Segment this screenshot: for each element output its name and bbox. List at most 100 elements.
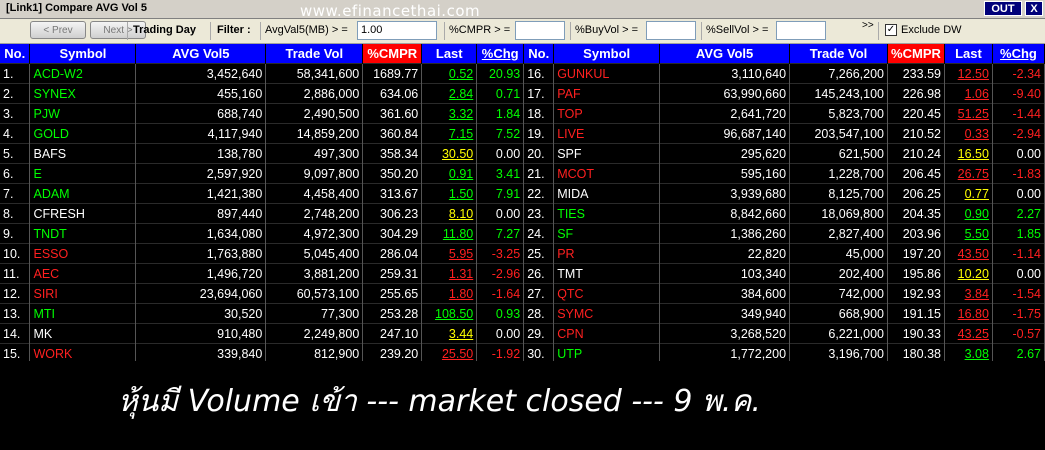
row-chg: 7.27 xyxy=(476,223,525,244)
row-avg-vol5: 1,386,260 xyxy=(659,223,791,244)
column-header-symbol[interactable]: Symbol xyxy=(553,44,661,64)
close-button[interactable]: X xyxy=(1025,1,1043,16)
column-header-chg[interactable]: %Chg xyxy=(992,44,1045,64)
row-symbol[interactable]: PR xyxy=(553,243,661,264)
column-header-no[interactable]: No. xyxy=(0,44,31,64)
row-symbol[interactable]: ESSO xyxy=(29,243,137,264)
row-symbol[interactable]: QTC xyxy=(553,283,661,304)
table-row[interactable]: 13. MTI 30,520 77,300 253.28 108.50 0.93 28. SYM… xyxy=(0,303,1045,324)
row-last: 12.50 xyxy=(944,63,993,84)
row-no: 21. xyxy=(523,163,555,184)
row-symbol[interactable]: SPF xyxy=(553,143,661,164)
table-row[interactable]: 8. CFRESH 897,440 2,748,200 306.23 8.10 0.00 23… xyxy=(0,203,1045,224)
table-row[interactable]: 3. PJW 688,740 2,490,500 361.60 3.32 1.84 18. TO… xyxy=(0,103,1045,124)
row-symbol[interactable]: MIDA xyxy=(553,183,661,204)
column-header-cmpr[interactable]: %CMPR xyxy=(362,44,423,64)
table-row[interactable]: 4. GOLD 4,117,940 14,859,200 360.84 7.15 7.52 1… xyxy=(0,123,1045,144)
table-row[interactable]: 1. ACD-W2 3,452,640 58,341,600 1689.77 0.52 20… xyxy=(0,63,1045,84)
row-chg: 0.00 xyxy=(476,143,525,164)
row-symbol[interactable]: MTI xyxy=(29,303,137,324)
row-symbol[interactable]: UTP xyxy=(553,343,661,361)
row-last: 8.10 xyxy=(421,203,478,224)
row-trade-vol: 58,341,600 xyxy=(265,63,364,84)
table-row[interactable]: 11. AEC 1,496,720 3,881,200 259.31 1.31 -2.96 2… xyxy=(0,263,1045,284)
row-symbol[interactable]: TOP xyxy=(553,103,661,124)
row-symbol[interactable]: SIRI xyxy=(29,283,137,304)
row-cmpr: 180.38 xyxy=(887,343,945,361)
row-symbol[interactable]: WORK xyxy=(29,343,137,361)
row-symbol[interactable]: MCOT xyxy=(553,163,661,184)
row-no: 13. xyxy=(0,303,31,324)
prev-button[interactable]: < Prev xyxy=(30,21,86,39)
row-symbol[interactable]: PJW xyxy=(29,103,137,124)
table-row[interactable]: 7. ADAM 1,421,380 4,458,400 313.67 1.50 7.91 22… xyxy=(0,183,1045,204)
row-avg-vol5: 1,763,880 xyxy=(135,243,267,264)
row-symbol[interactable]: TIES xyxy=(553,203,661,224)
row-symbol[interactable]: GOLD xyxy=(29,123,137,144)
row-symbol[interactable]: ACD-W2 xyxy=(29,63,137,84)
row-symbol[interactable]: SYMC xyxy=(553,303,661,324)
row-avg-vol5: 688,740 xyxy=(135,103,267,124)
row-no: 9. xyxy=(0,223,31,244)
row-symbol[interactable]: MK xyxy=(29,323,137,344)
table-row[interactable]: 2. SYNEX 455,160 2,886,000 634.06 2.84 0.71 17.… xyxy=(0,83,1045,104)
row-last: 0.52 xyxy=(421,63,478,84)
toolbar-overflow-icon[interactable]: >> xyxy=(862,20,874,31)
row-cmpr: 191.15 xyxy=(887,303,945,324)
toolbar-divider xyxy=(570,22,571,40)
table-row[interactable]: 12. SIRI 23,694,060 60,573,100 255.65 1.80 -1.… xyxy=(0,283,1045,304)
column-header-no[interactable]: No. xyxy=(523,44,555,64)
row-symbol[interactable]: E xyxy=(29,163,137,184)
trading-day-label[interactable]: Trading Day xyxy=(133,24,196,36)
row-symbol[interactable]: CFRESH xyxy=(29,203,137,224)
row-trade-vol: 9,097,800 xyxy=(265,163,364,184)
avgval-filter-input[interactable]: 1.00 xyxy=(357,21,437,40)
table-row[interactable]: 9. TNDT 1,634,080 4,972,300 304.29 11.80 7.27 2… xyxy=(0,223,1045,244)
column-header-last[interactable]: Last xyxy=(421,44,478,64)
row-trade-vol: 4,458,400 xyxy=(265,183,364,204)
buyvol-filter-input[interactable] xyxy=(646,21,696,40)
column-header-trade-vol[interactable]: Trade Vol xyxy=(789,44,888,64)
cmpr-filter-input[interactable] xyxy=(515,21,565,40)
exclude-dw-checkbox[interactable]: ✓ xyxy=(885,24,897,36)
column-header-last[interactable]: Last xyxy=(944,44,993,64)
table-row[interactable]: 6. E 2,597,920 9,097,800 350.20 0.91 3.41 21. MC… xyxy=(0,163,1045,184)
row-symbol[interactable]: TNDT xyxy=(29,223,137,244)
row-symbol[interactable]: PAF xyxy=(553,83,661,104)
row-cmpr: 190.33 xyxy=(887,323,945,344)
table-row[interactable]: 15. WORK 339,840 812,900 239.20 25.50 -1.92 30.… xyxy=(0,343,1045,361)
table-row[interactable]: 5. BAFS 138,780 497,300 358.34 30.50 0.00 20. SP… xyxy=(0,143,1045,164)
column-header-trade-vol[interactable]: Trade Vol xyxy=(265,44,364,64)
row-trade-vol: 4,972,300 xyxy=(265,223,364,244)
row-symbol[interactable]: LIVE xyxy=(553,123,661,144)
column-header-avg-vol5[interactable]: AVG Vol5 xyxy=(659,44,791,64)
row-no: 19. xyxy=(523,123,555,144)
row-no: 23. xyxy=(523,203,555,224)
row-symbol[interactable]: AEC xyxy=(29,263,137,284)
row-symbol[interactable]: TMT xyxy=(553,263,661,284)
row-symbol[interactable]: BAFS xyxy=(29,143,137,164)
row-chg: -1.54 xyxy=(992,283,1045,304)
row-symbol[interactable]: SF xyxy=(553,223,661,244)
toolbar-divider xyxy=(210,22,211,40)
column-header-cmpr[interactable]: %CMPR xyxy=(887,44,945,64)
table-row[interactable]: 10. ESSO 1,763,880 5,045,400 286.04 5.95 -3.25… xyxy=(0,243,1045,264)
row-symbol[interactable]: ADAM xyxy=(29,183,137,204)
out-button[interactable]: OUT xyxy=(984,1,1022,16)
row-symbol[interactable]: SYNEX xyxy=(29,83,137,104)
table-row[interactable]: 14. MK 910,480 2,249,800 247.10 3.44 0.00 29. CP… xyxy=(0,323,1045,344)
column-header-symbol[interactable]: Symbol xyxy=(29,44,137,64)
row-symbol[interactable]: CPN xyxy=(553,323,661,344)
row-trade-vol: 812,900 xyxy=(265,343,364,361)
row-last: 3.08 xyxy=(944,343,993,361)
column-header-avg-vol5[interactable]: AVG Vol5 xyxy=(135,44,267,64)
row-no: 17. xyxy=(523,83,555,104)
exclude-dw-label[interactable]: Exclude DW xyxy=(901,24,962,36)
row-chg: 0.00 xyxy=(992,143,1045,164)
sellvol-filter-input[interactable] xyxy=(776,21,826,40)
row-symbol[interactable]: GUNKUL xyxy=(553,63,661,84)
column-header-chg[interactable]: %Chg xyxy=(476,44,525,64)
row-last: 0.91 xyxy=(421,163,478,184)
row-trade-vol: 5,045,400 xyxy=(265,243,364,264)
filter-label: Filter : xyxy=(217,24,251,36)
